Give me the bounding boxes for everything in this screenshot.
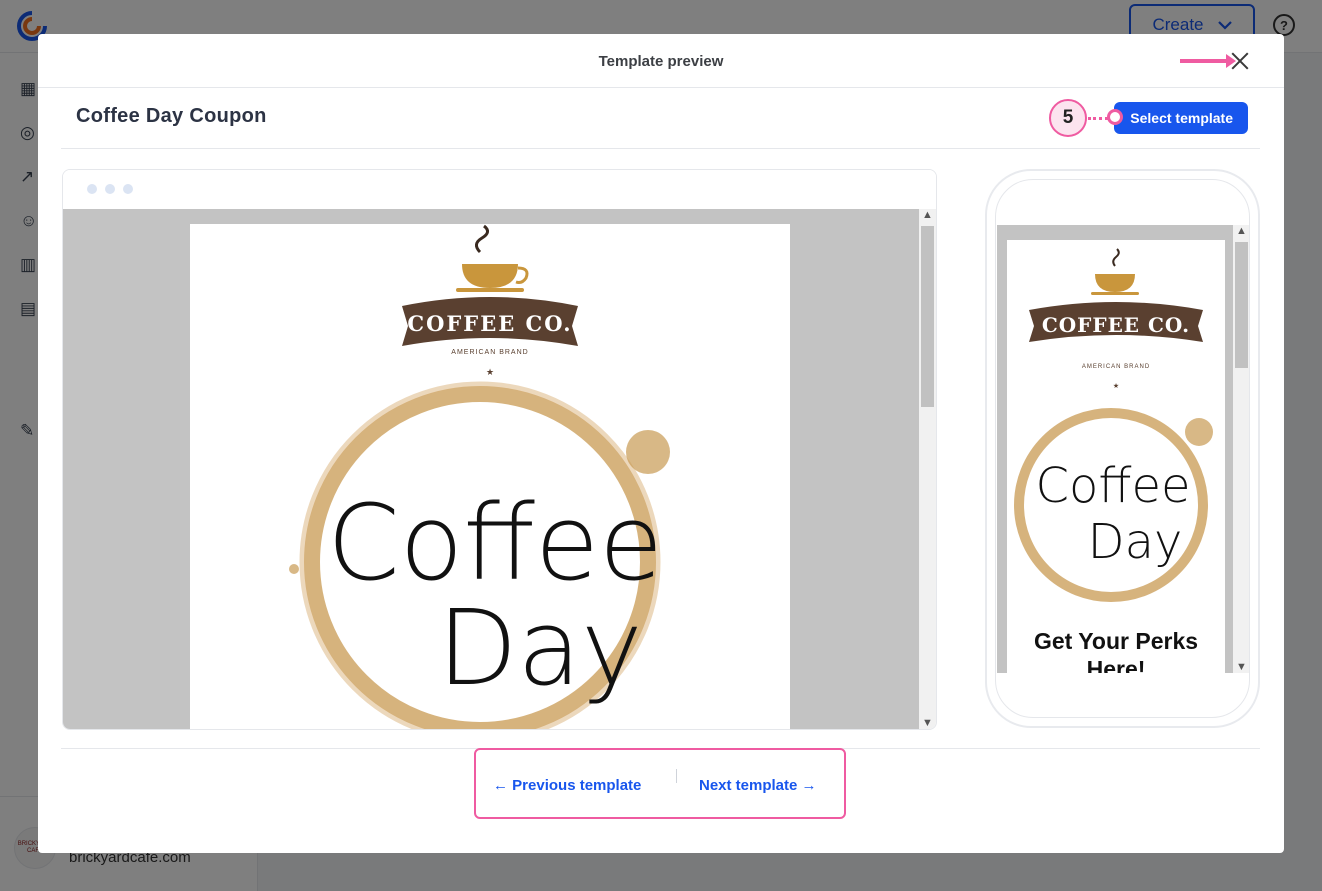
cup-icon (462, 264, 518, 288)
window-dot (105, 184, 115, 194)
desktop-viewport[interactable]: COFFEE CO. AMERICAN BRAND ★ Coffee Day (63, 209, 919, 729)
mobile-headline-day: Day (1088, 514, 1183, 570)
select-template-button[interactable]: Select template (1114, 102, 1248, 134)
template-name: Coffee Day Coupon (76, 105, 267, 127)
nav-separator (676, 769, 677, 783)
arrow-right-icon: → (801, 777, 817, 794)
mobile-email-body: COFFEE CO. AMERICAN BRAND ★ Coffee Day G… (1007, 240, 1225, 673)
mobile-scrollbar[interactable]: ▲ ▼ (1233, 225, 1249, 673)
previous-template-label: Previous template (512, 777, 642, 794)
svg-text:★: ★ (486, 367, 494, 377)
scroll-down-icon[interactable]: ▼ (1233, 661, 1249, 673)
brand-name: COFFEE CO. (407, 311, 572, 336)
email-body: COFFEE CO. AMERICAN BRAND ★ Coffee Day (190, 224, 790, 729)
headline-coffee: Coffee (327, 482, 663, 604)
mobile-email-content: COFFEE CO. AMERICAN BRAND ★ Coffee Day (1014, 248, 1213, 602)
previous-template-link[interactable]: ← Previous template (493, 777, 641, 794)
callout-arrow (1180, 54, 1236, 68)
scroll-thumb[interactable] (921, 226, 934, 407)
scroll-down-icon[interactable]: ▼ (919, 717, 936, 729)
modal-title: Template preview (598, 53, 724, 70)
scroll-up-icon[interactable]: ▲ (919, 209, 936, 221)
scroll-thumb[interactable] (1235, 242, 1248, 368)
mobile-headline-coffee: Coffee (1035, 458, 1190, 514)
divider (61, 148, 1260, 149)
modal-header: Template preview (38, 34, 1284, 88)
mobile-preview: COFFEE CO. AMERICAN BRAND ★ Coffee Day G… (985, 169, 1260, 728)
steam-icon (475, 224, 489, 254)
desktop-preview: COFFEE CO. AMERICAN BRAND ★ Coffee Day ▲… (62, 169, 937, 730)
desktop-scrollbar[interactable]: ▲ ▼ (919, 209, 936, 729)
next-template-label: Next template (699, 777, 798, 794)
svg-text:★: ★ (1113, 382, 1119, 390)
arrow-left-icon: ← (493, 777, 508, 794)
perks-heading: Get Your Perks Here! (1033, 628, 1199, 673)
browser-bar (63, 170, 936, 210)
window-dot (87, 184, 97, 194)
step-badge: 5 (1049, 99, 1087, 137)
mobile-viewport[interactable]: COFFEE CO. AMERICAN BRAND ★ Coffee Day G… (997, 225, 1233, 673)
mobile-brand-sub: AMERICAN BRAND (1082, 364, 1150, 370)
phone-screen: COFFEE CO. AMERICAN BRAND ★ Coffee Day G… (995, 179, 1250, 718)
callout-ring (1107, 109, 1123, 125)
template-navigation: ← Previous template Next template → (474, 748, 846, 819)
brand-sub: AMERICAN BRAND (451, 349, 528, 356)
callout-connector (1088, 117, 1108, 120)
window-dot (123, 184, 133, 194)
email-content: COFFEE CO. AMERICAN BRAND ★ Coffee Day (289, 224, 670, 729)
next-template-link[interactable]: Next template → (699, 777, 817, 794)
scroll-up-icon[interactable]: ▲ (1233, 225, 1249, 237)
close-icon[interactable] (1230, 51, 1250, 71)
mobile-brand-name: COFFEE CO. (1042, 313, 1190, 337)
headline-day: Day (437, 587, 642, 709)
template-preview-modal: Template preview Coffee Day Coupon Selec… (38, 34, 1284, 853)
